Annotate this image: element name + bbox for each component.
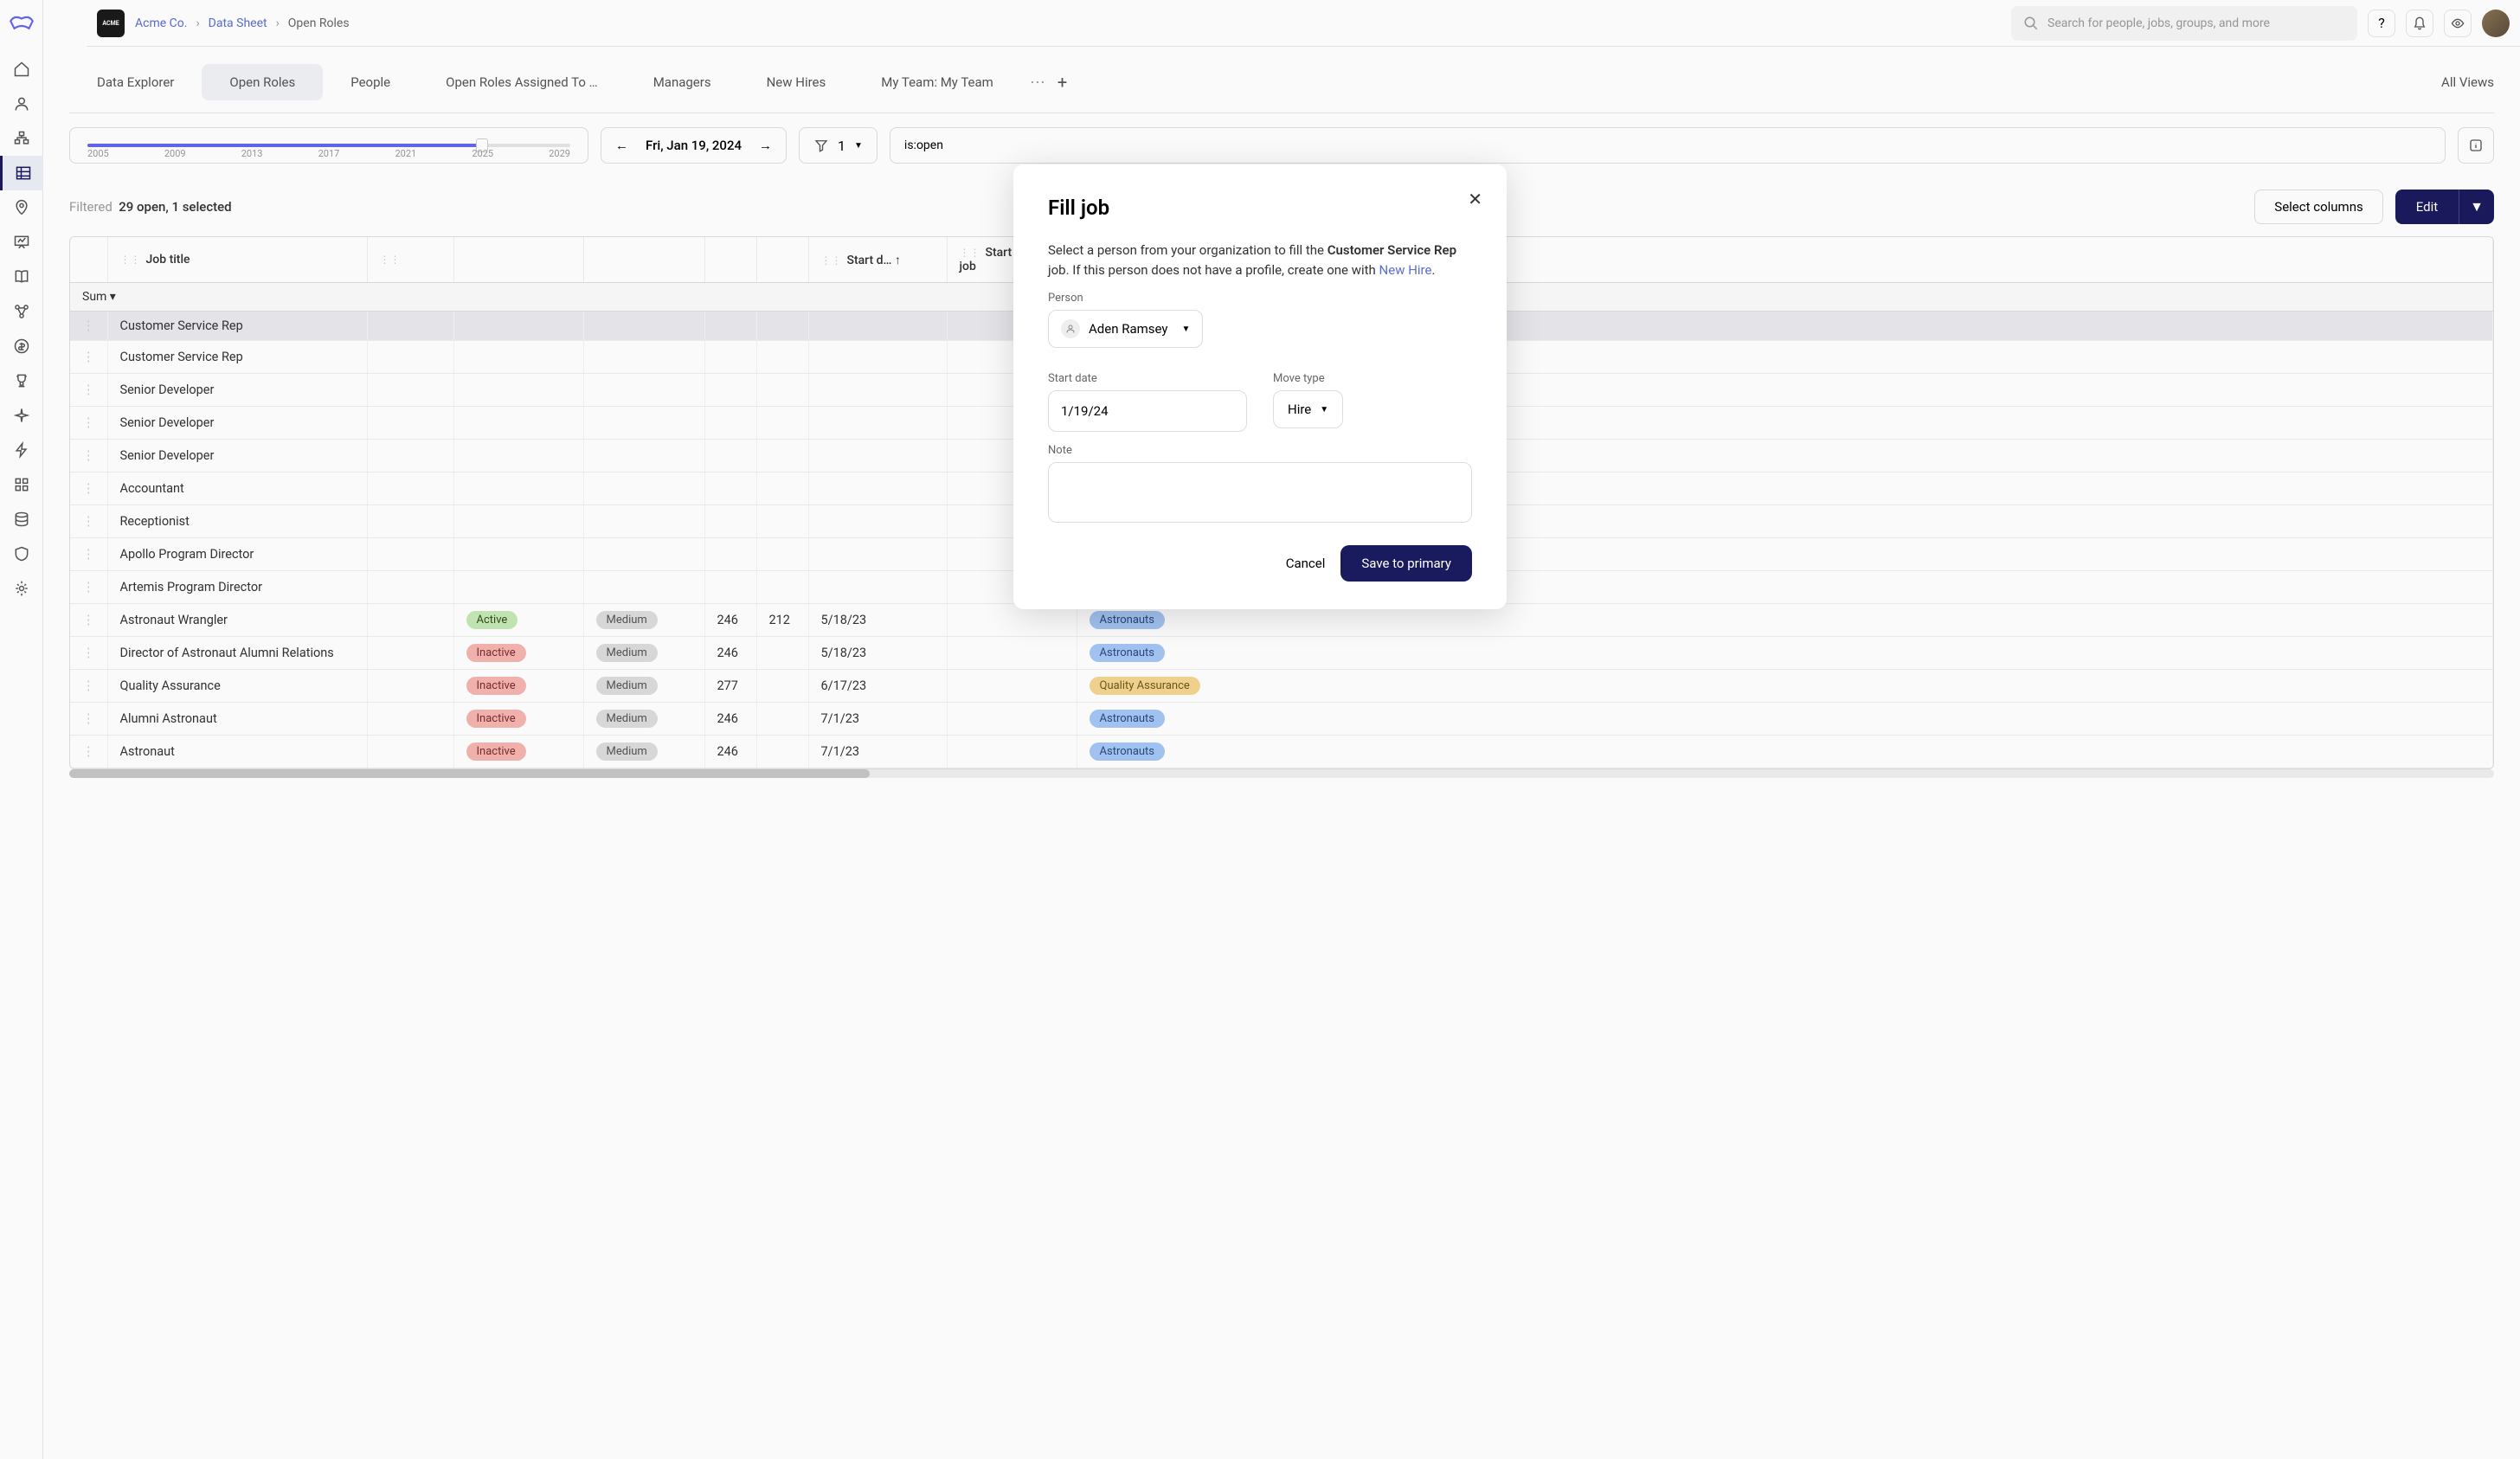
note-input[interactable] xyxy=(1048,462,1472,523)
modal-intro: Select a person from your organization t… xyxy=(1048,241,1472,280)
person-label: Person xyxy=(1048,292,1472,305)
close-icon[interactable]: ✕ xyxy=(1468,189,1482,209)
fill-job-modal: ✕ Fill job Select a person from your org… xyxy=(1013,164,1507,609)
cancel-button[interactable]: Cancel xyxy=(1286,556,1326,571)
note-label: Note xyxy=(1048,444,1472,457)
start-date-input[interactable] xyxy=(1048,390,1247,432)
start-date-label: Start date xyxy=(1048,372,1247,385)
person-name: Aden Ramsey xyxy=(1089,321,1167,337)
move-type-label: Move type xyxy=(1273,372,1472,385)
person-avatar-icon xyxy=(1061,319,1080,338)
new-hire-link[interactable]: New Hire xyxy=(1379,262,1432,278)
person-select[interactable]: Aden Ramsey ▼ xyxy=(1048,310,1203,348)
modal-title: Fill job xyxy=(1048,196,1472,220)
move-type-select[interactable]: Hire ▼ xyxy=(1273,390,1343,428)
chevron-down-icon: ▼ xyxy=(1181,325,1190,334)
chevron-down-icon: ▼ xyxy=(1320,405,1328,415)
save-button[interactable]: Save to primary xyxy=(1340,545,1472,582)
modal-overlay: ✕ Fill job Select a person from your org… xyxy=(0,0,2520,1459)
